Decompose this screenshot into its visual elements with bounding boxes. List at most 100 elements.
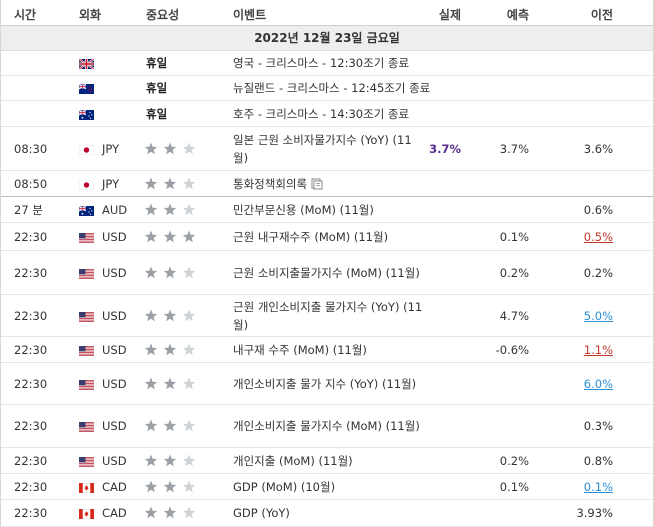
star-icon bbox=[163, 377, 177, 389]
row-event[interactable]: 통화정책회의록 bbox=[233, 175, 323, 193]
event-label[interactable]: 뉴질랜드 - 크리스마스 - 12:45조기 종료 bbox=[233, 81, 430, 95]
event-label[interactable]: 내구재 수주 (MoM) (11월) bbox=[233, 343, 367, 357]
row-previous[interactable]: 6.0% bbox=[584, 377, 613, 391]
star-icon bbox=[182, 506, 196, 519]
flag-us-icon bbox=[79, 232, 94, 243]
table-row[interactable]: 22:30 USD 개인소비지출 물가 지수 (YoY) (11월) 6.0% bbox=[1, 363, 653, 405]
row-forecast: 0.1% bbox=[499, 229, 529, 244]
flag-jp-icon bbox=[78, 144, 95, 155]
star-icon bbox=[182, 203, 196, 215]
event-label[interactable]: 개인지출 (MoM) (11월) bbox=[233, 454, 353, 468]
row-event[interactable]: 뉴질랜드 - 크리스마스 - 12:45조기 종료 bbox=[233, 79, 430, 97]
event-label[interactable]: 민간부문신용 (MoM) (11월) bbox=[233, 203, 374, 217]
row-currency: USD bbox=[102, 342, 127, 357]
row-event[interactable]: 일본 근원 소비자물가지수 (YoY) (11월) bbox=[233, 131, 423, 167]
row-event[interactable]: GDP (MoM) (10월) bbox=[233, 478, 335, 496]
table-row[interactable]: 08:30 JPY 일본 근원 소비자물가지수 (YoY) (11월) 3.7% 3.7… bbox=[1, 127, 653, 171]
star-icon bbox=[144, 343, 158, 355]
row-previous: 3.6% bbox=[583, 141, 613, 156]
row-currency: USD bbox=[102, 419, 127, 433]
table-row[interactable]: 22:30 CAD GDP (YoY) 3.93% bbox=[1, 500, 653, 527]
header-currency[interactable]: 외화 bbox=[79, 6, 101, 23]
star-icon bbox=[163, 480, 177, 492]
event-label[interactable]: GDP (MoM) (10월) bbox=[233, 480, 335, 494]
row-event[interactable]: 근원 내구재수주 (MoM) (11월) bbox=[233, 228, 388, 246]
row-forecast: 0.2% bbox=[499, 453, 529, 468]
importance-stars bbox=[144, 480, 196, 494]
row-previous: 0.2% bbox=[583, 265, 613, 280]
star-icon bbox=[163, 203, 177, 215]
row-forecast: 0.1% bbox=[499, 479, 529, 494]
table-row[interactable]: 22:30 USD 개인지출 (MoM) (11월) 0.2% 0.8% bbox=[1, 448, 653, 474]
header-previous[interactable]: 이전 bbox=[591, 6, 613, 23]
row-event[interactable]: 개인소비지출 물가지수 (MoM) (11월) bbox=[233, 417, 423, 435]
star-icon bbox=[182, 454, 196, 466]
event-label[interactable]: 호주 - 크리스마스 - 14:30조기 종료 bbox=[233, 107, 409, 121]
row-event[interactable]: 근원 개인소비지출 물가지수 (YoY) (11월) bbox=[233, 298, 423, 334]
flag-nz-icon bbox=[78, 83, 94, 94]
row-event[interactable]: 개인지출 (MoM) (11월) bbox=[233, 452, 353, 470]
header-importance[interactable]: 중요성 bbox=[146, 6, 179, 23]
event-label[interactable]: 일본 근원 소비자물가지수 (YoY) (11월) bbox=[233, 133, 412, 165]
table-row[interactable]: 22:30 USD 근원 개인소비지출 물가지수 (YoY) (11월) 4.7% 5.… bbox=[1, 295, 653, 337]
star-icon bbox=[144, 177, 158, 189]
row-currency: USD bbox=[102, 265, 127, 280]
row-time: 22:30 bbox=[14, 419, 48, 433]
importance-stars bbox=[144, 266, 196, 280]
table-row[interactable]: 휴일 뉴질랜드 - 크리스마스 - 12:45조기 종료 bbox=[1, 76, 653, 101]
event-label[interactable]: 개인소비지출 물가지수 (MoM) (11월) bbox=[233, 419, 420, 433]
document-icon[interactable] bbox=[311, 178, 323, 190]
importance-stars bbox=[144, 506, 196, 520]
row-event[interactable]: GDP (YoY) bbox=[233, 504, 290, 522]
importance-stars bbox=[144, 309, 196, 323]
table-row[interactable]: 22:30 CAD GDP (MoM) (10월) 0.1% 0.1% bbox=[1, 474, 653, 500]
star-icon bbox=[163, 309, 177, 321]
header-forecast[interactable]: 예측 bbox=[507, 6, 529, 23]
header-actual[interactable]: 실제 bbox=[439, 6, 461, 23]
event-label[interactable]: 근원 내구재수주 (MoM) (11월) bbox=[233, 230, 388, 244]
table-row[interactable]: 22:30 USD 내구재 수주 (MoM) (11월) -0.6% 1.1% bbox=[1, 337, 653, 363]
row-previous[interactable]: 5.0% bbox=[584, 309, 613, 323]
star-icon bbox=[182, 377, 196, 389]
star-icon bbox=[182, 142, 196, 154]
table-row[interactable]: 08:50 JPY 통화정책회의록 bbox=[1, 171, 653, 197]
row-event[interactable]: 개인소비지출 물가 지수 (YoY) (11월) bbox=[233, 375, 423, 393]
row-previous[interactable]: 0.1% bbox=[584, 480, 613, 494]
event-label[interactable]: 개인소비지출 물가 지수 (YoY) (11월) bbox=[233, 377, 416, 391]
row-time: 22:30 bbox=[14, 506, 48, 520]
row-currency: CAD bbox=[102, 479, 127, 494]
row-forecast: 3.7% bbox=[499, 141, 529, 156]
table-row[interactable]: 22:30 USD 개인소비지출 물가지수 (MoM) (11월) 0.3% bbox=[1, 405, 653, 448]
star-icon bbox=[144, 266, 158, 278]
table-row[interactable]: 휴일 영국 - 크리스마스 - 12:30조기 종료 bbox=[1, 51, 653, 76]
star-icon bbox=[182, 266, 196, 278]
row-event[interactable]: 호주 - 크리스마스 - 14:30조기 종료 bbox=[233, 105, 409, 123]
event-label[interactable]: 영국 - 크리스마스 - 12:30조기 종료 bbox=[233, 56, 409, 70]
table-row[interactable]: 22:30 USD 근원 내구재수주 (MoM) (11월) 0.1% 0.5% bbox=[1, 223, 653, 251]
row-previous[interactable]: 1.1% bbox=[584, 343, 613, 357]
flag-ca-icon bbox=[78, 482, 95, 493]
row-time: 22:30 bbox=[14, 342, 48, 357]
event-label[interactable]: 근원 소비지출물가지수 (MoM) (11월) bbox=[233, 266, 420, 280]
row-event[interactable]: 내구재 수주 (MoM) (11월) bbox=[233, 341, 367, 359]
event-label[interactable]: GDP (YoY) bbox=[233, 506, 290, 520]
event-label[interactable]: 통화정책회의록 bbox=[233, 177, 307, 191]
table-row[interactable]: 22:30 USD 근원 소비지출물가지수 (MoM) (11월) 0.2% 0.2% bbox=[1, 251, 653, 295]
row-event[interactable]: 근원 소비지출물가지수 (MoM) (11월) bbox=[233, 264, 423, 282]
table-row[interactable]: 27 분 AUD 민간부문신용 (MoM) (11월) 0.6% bbox=[1, 197, 653, 223]
row-time: 22:30 bbox=[14, 229, 48, 244]
row-previous: 0.8% bbox=[583, 453, 613, 468]
header-event[interactable]: 이벤트 bbox=[233, 6, 266, 23]
event-label[interactable]: 근원 개인소비지출 물가지수 (YoY) (11월) bbox=[233, 300, 422, 332]
row-forecast: 4.7% bbox=[499, 308, 529, 323]
row-previous[interactable]: 0.5% bbox=[584, 230, 613, 244]
star-icon bbox=[144, 377, 158, 389]
row-event[interactable]: 민간부문신용 (MoM) (11월) bbox=[233, 201, 374, 219]
row-forecast: 0.2% bbox=[499, 265, 529, 280]
table-row[interactable]: 휴일 호주 - 크리스마스 - 14:30조기 종료 bbox=[1, 101, 653, 127]
row-currency: JPY bbox=[102, 176, 120, 191]
row-currency: USD bbox=[102, 376, 127, 391]
row-event[interactable]: 영국 - 크리스마스 - 12:30조기 종료 bbox=[233, 54, 409, 72]
importance-stars bbox=[144, 203, 196, 217]
header-time[interactable]: 시간 bbox=[14, 6, 36, 23]
